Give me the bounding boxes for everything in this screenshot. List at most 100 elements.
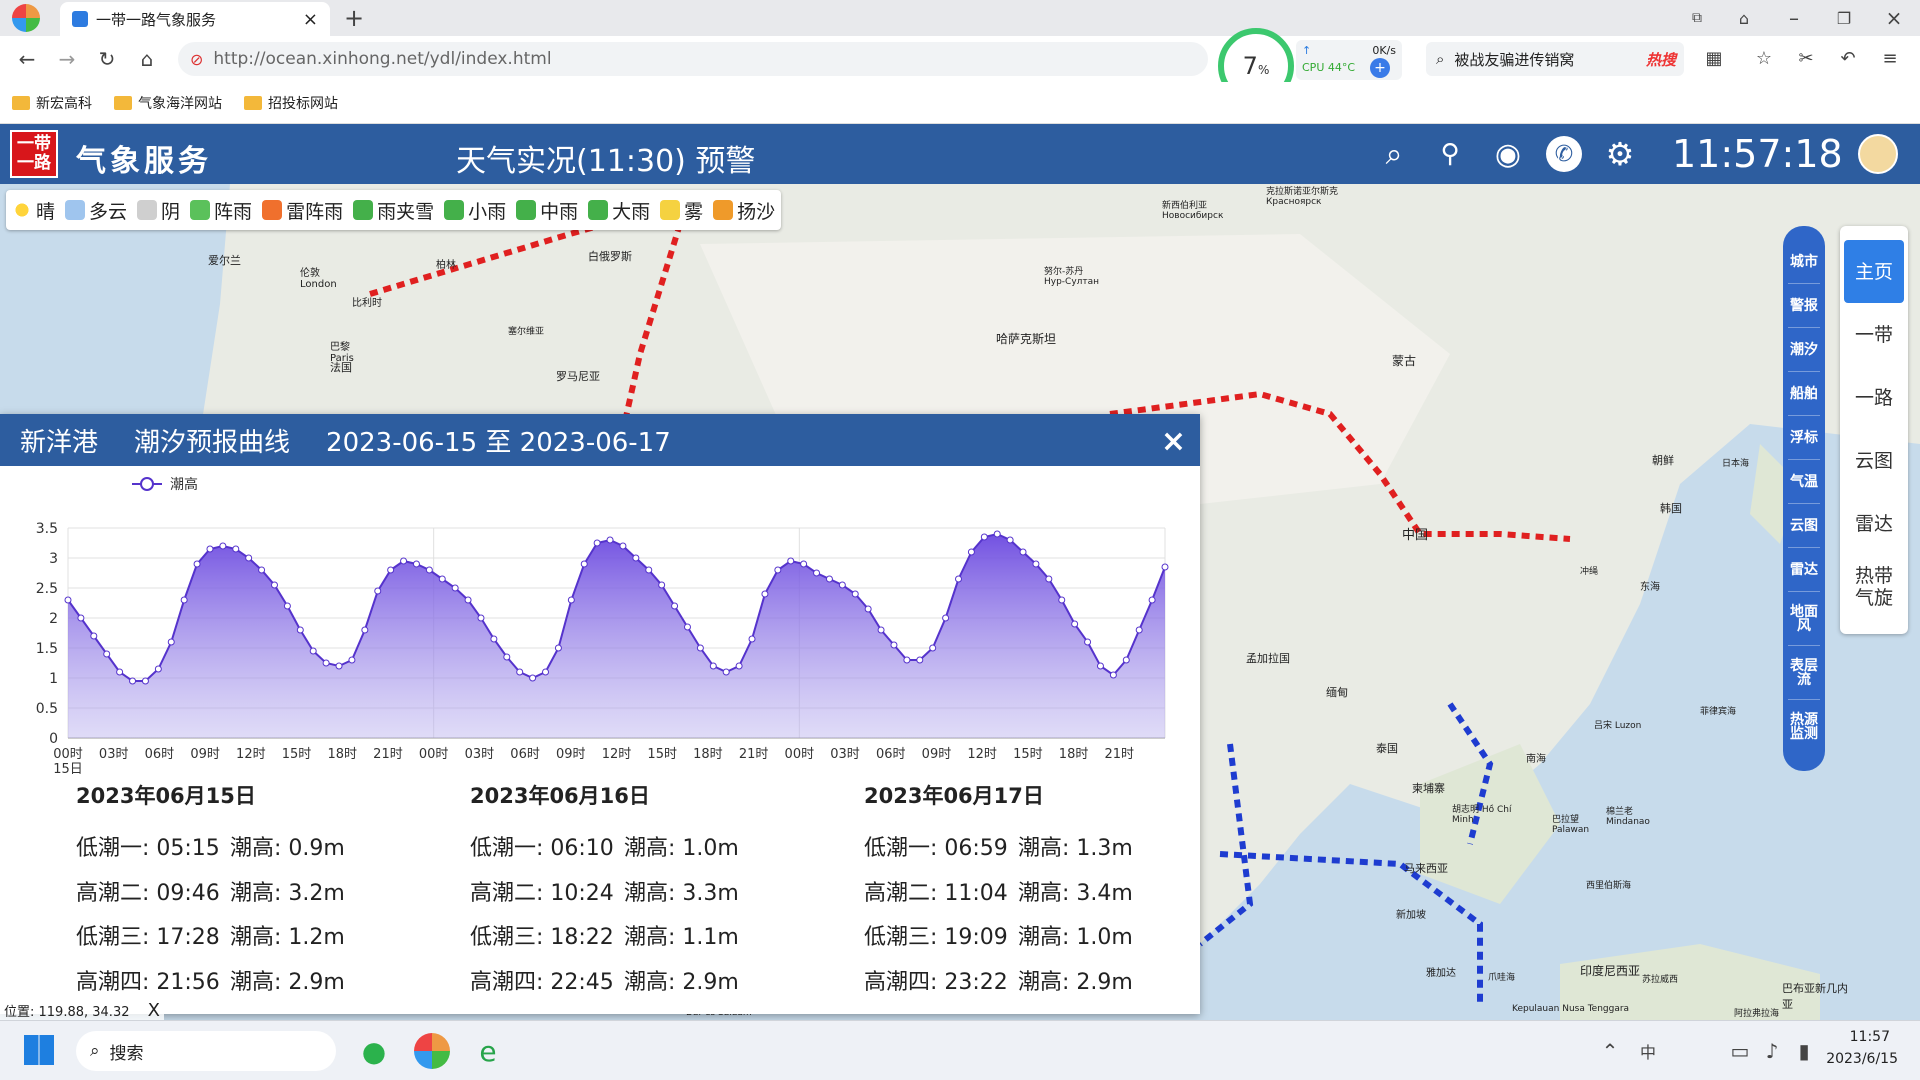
map-label-china: 中国: [1402, 528, 1429, 543]
layer-radar[interactable]: 雷达: [1788, 548, 1820, 592]
browser-tab[interactable]: 一带一路气象服务 ×: [60, 2, 330, 36]
battery-icon[interactable]: ▮: [1790, 1037, 1818, 1065]
tide-point: [503, 653, 511, 661]
locate-icon[interactable]: ◉: [1490, 136, 1526, 172]
layer-warning[interactable]: 警报: [1788, 284, 1820, 328]
tide-point: [206, 545, 214, 553]
layer-surface-current[interactable]: 表层流: [1788, 646, 1820, 700]
browser-taskbar-icon[interactable]: [414, 1033, 450, 1069]
tide-point: [942, 614, 950, 622]
search-icon[interactable]: ⌕: [1376, 136, 1412, 172]
map-label-cambodia: 柬埔寨: [1412, 782, 1445, 795]
reload-icon[interactable]: ↻: [92, 44, 122, 74]
layer-ship[interactable]: 船舶: [1788, 372, 1820, 416]
layer-heat-source[interactable]: 热源监测: [1788, 700, 1820, 754]
layer-cloud[interactable]: 云图: [1788, 504, 1820, 548]
menu-road[interactable]: 一路: [1844, 366, 1904, 429]
tide-time: 低潮一: 06:10: [470, 836, 614, 861]
accelerate-icon[interactable]: +: [1370, 58, 1390, 78]
taskbar-time[interactable]: 11:57: [1830, 1029, 1890, 1045]
legend-item-cloudy[interactable]: 多云: [65, 197, 127, 224]
home-icon[interactable]: ⌂: [132, 44, 162, 74]
menu-tropical-cyclone[interactable]: 热带气旋: [1852, 555, 1896, 618]
broom-icon[interactable]: ⚲: [1432, 136, 1468, 172]
position-close-icon[interactable]: X: [148, 1000, 160, 1021]
legend-label: 小雨: [468, 200, 507, 223]
legend-item-shower[interactable]: 阵雨: [190, 197, 252, 224]
tide-row: 高潮二: 11:04 潮高: 3.4m: [864, 875, 1194, 920]
menu-home[interactable]: 主页: [1844, 240, 1904, 303]
x-tick-label: 09时: [556, 747, 586, 762]
screenshot-icon[interactable]: ✂: [1792, 44, 1820, 72]
ime-icon[interactable]: 中: [1634, 1037, 1662, 1065]
tab-count-icon[interactable]: ⧉: [1683, 4, 1711, 32]
x-tick-label: 21时: [739, 747, 769, 762]
tide-point: [245, 554, 253, 562]
apps-grid-icon[interactable]: ▦: [1700, 44, 1728, 72]
new-tab-icon[interactable]: +: [340, 4, 368, 32]
hot-search-text: 被战友骗进传销窝: [1454, 50, 1575, 69]
back-icon[interactable]: ←: [12, 44, 42, 74]
browser-tab-bar: 一带一路气象服务 × + ⧉ ⌂ – ❐ ×: [0, 0, 1920, 36]
map-label-mongolia: 蒙古: [1392, 354, 1417, 368]
settings-gear-icon[interactable]: ⚙: [1602, 135, 1638, 173]
menu-cloud-map[interactable]: 云图: [1844, 429, 1904, 492]
tab-close-icon[interactable]: ×: [303, 9, 318, 30]
legend-item-thunderstorm[interactable]: 雷阵雨: [262, 197, 343, 224]
forward-icon[interactable]: →: [52, 44, 82, 74]
url-field[interactable]: ⊘ http://ocean.xinhong.net/ydl/index.htm…: [178, 42, 1208, 76]
menu-icon[interactable]: ≡: [1876, 44, 1904, 72]
tide-point: [374, 587, 382, 595]
map-label-singapore: 新加坡: [1396, 910, 1426, 921]
legend-item-heavy-rain[interactable]: 大雨: [588, 197, 650, 224]
menu-radar[interactable]: 雷达: [1844, 492, 1904, 555]
taskbar-search[interactable]: ⌕ 搜索: [76, 1031, 336, 1071]
layer-buoy[interactable]: 浮标: [1788, 416, 1820, 460]
phone-icon[interactable]: ✆: [1546, 136, 1582, 172]
bookmark-item[interactable]: 招投标网站: [244, 93, 338, 113]
wechat-icon[interactable]: ●: [356, 1033, 392, 1069]
bookmark-item[interactable]: 气象海洋网站: [114, 93, 222, 113]
undo-icon[interactable]: ↶: [1834, 44, 1862, 72]
layer-surface-wind[interactable]: 地面风: [1788, 592, 1820, 646]
network-icon[interactable]: ▭: [1726, 1037, 1754, 1065]
legend-item-moderate-rain[interactable]: 中雨: [516, 197, 578, 224]
volume-icon[interactable]: ♪: [1758, 1037, 1786, 1065]
hot-search-box[interactable]: ⌕ 被战友骗进传销窝 热搜: [1426, 42, 1684, 76]
tide-point: [1032, 560, 1040, 568]
legend-item-light-rain[interactable]: 小雨: [444, 197, 506, 224]
menu-belt[interactable]: 一带: [1844, 303, 1904, 366]
close-icon[interactable]: ×: [1161, 424, 1186, 459]
map-label-romania: 罗马尼亚: [556, 370, 600, 383]
legend-item-sleet[interactable]: 雨夹雪: [353, 197, 434, 224]
bookmark-item[interactable]: 新宏高科: [12, 93, 92, 113]
user-avatar[interactable]: [1858, 134, 1898, 174]
windows-start-icon[interactable]: [24, 1035, 54, 1065]
panel-title: 潮汐预报曲线: [134, 427, 291, 458]
skin-icon[interactable]: ⌂: [1730, 4, 1758, 32]
tide-row: 低潮三: 18:22 潮高: 1.1m: [470, 919, 800, 964]
page-title[interactable]: 天气实况(11:30) 预警: [456, 136, 755, 180]
address-bar-row: ← → ↻ ⌂ ⊘ http://ocean.xinhong.net/ydl/i…: [0, 28, 1920, 104]
layer-city[interactable]: 城市: [1788, 240, 1820, 284]
layer-temperature[interactable]: 气温: [1788, 460, 1820, 504]
taskbar-date[interactable]: 2023/6/15: [1818, 1051, 1898, 1067]
browser-logo-icon[interactable]: [12, 4, 40, 32]
ie-icon[interactable]: e: [470, 1033, 506, 1069]
minimize-icon[interactable]: –: [1780, 4, 1808, 32]
site-security-icon[interactable]: ⊘: [190, 50, 203, 69]
close-window-icon[interactable]: ×: [1880, 4, 1908, 32]
x-tick-label: 09时: [190, 747, 220, 762]
favorites-icon[interactable]: ☆: [1750, 44, 1778, 72]
map-label-nusa-tenggara: Kepulauan Nusa Tenggara: [1512, 1004, 1630, 1014]
legend-item-overcast[interactable]: 阴: [137, 197, 180, 224]
chevron-up-icon[interactable]: ⌃: [1596, 1037, 1624, 1065]
restore-icon[interactable]: ❐: [1830, 4, 1858, 32]
legend-item-sunny[interactable]: 晴: [12, 197, 55, 224]
legend-item-sand[interactable]: 扬沙: [713, 197, 775, 224]
light-rain-icon: [444, 200, 465, 220]
tide-point: [645, 566, 653, 574]
layer-tide[interactable]: 潮汐: [1788, 328, 1820, 372]
bookmark-label: 气象海洋网站: [138, 95, 222, 112]
legend-item-fog[interactable]: 雾: [660, 197, 703, 224]
